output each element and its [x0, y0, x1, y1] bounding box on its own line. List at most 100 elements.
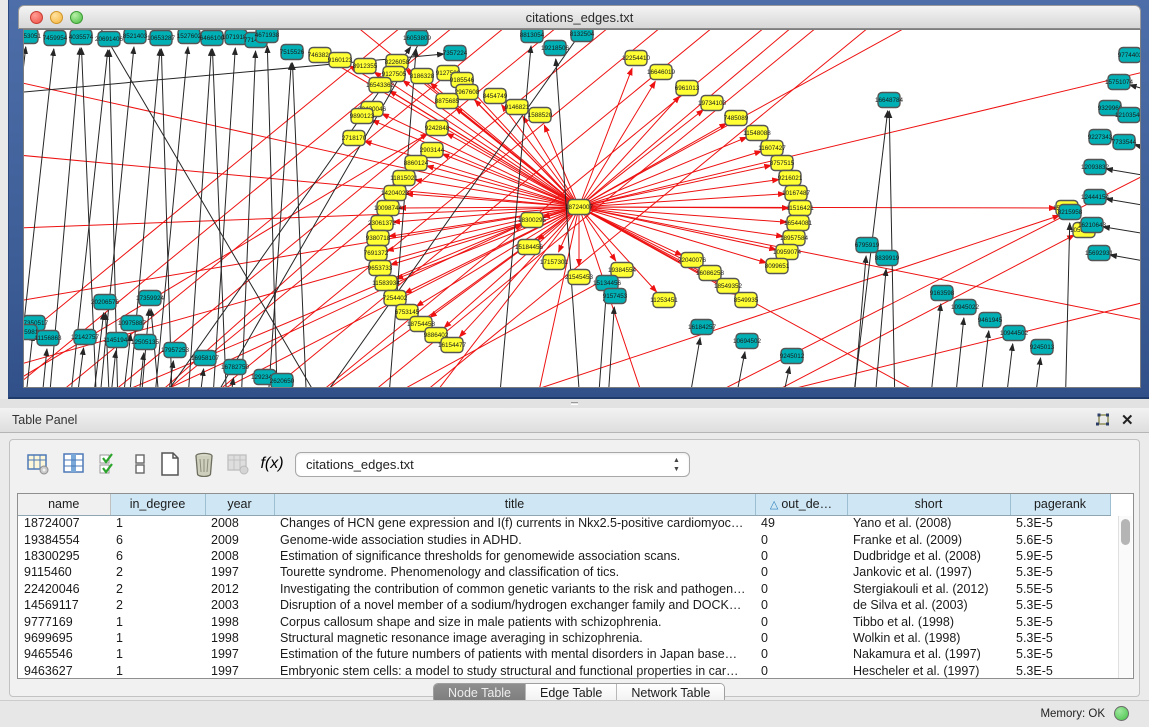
table-cell[interactable]: Wolkin et al. (1998) — [847, 630, 1010, 646]
graph-edge-black[interactable] — [104, 351, 116, 387]
graph-node[interactable]: 15184456 — [515, 240, 544, 255]
graph-edge-black[interactable] — [769, 367, 790, 387]
network-view-window[interactable]: citations_edges.txt 18724007746382291601… — [8, 0, 1149, 399]
table-row[interactable]: 1938455462009Genome-wide association stu… — [18, 531, 1110, 547]
graph-edge-black[interactable] — [292, 63, 309, 387]
table-row[interactable]: 911546021997Tourette syndrome. Phenomeno… — [18, 564, 1110, 580]
memory-ok-indicator-icon[interactable] — [1114, 706, 1129, 721]
table-cell[interactable]: 2009 — [205, 531, 274, 547]
graph-node[interactable]: 8860124 — [404, 156, 429, 171]
network-window-titlebar[interactable]: citations_edges.txt — [18, 5, 1141, 29]
graph-node[interactable]: 10653287 — [147, 31, 176, 46]
table-cell[interactable]: 1 — [110, 663, 205, 679]
column-settings-icon[interactable] — [60, 450, 88, 478]
table-settings-icon[interactable] — [24, 450, 52, 478]
table-header-row[interactable]: namein_degreeyeartitle△out_de…shortpager… — [18, 494, 1110, 515]
graph-node[interactable]: 7515526 — [280, 45, 305, 60]
graph-edge-red[interactable] — [579, 81, 655, 207]
graph-node[interactable]: 16053809 — [403, 31, 432, 46]
graph-node[interactable]: 6961013 — [675, 81, 700, 96]
graph-node[interactable]: 12444154 — [1081, 190, 1110, 205]
table-cell[interactable]: 2008 — [205, 515, 274, 531]
table-cell[interactable]: 5.3E-5 — [1010, 630, 1110, 646]
graph-node[interactable]: 7733544 — [1112, 135, 1137, 150]
graph-node[interactable]: 9227343 — [1088, 130, 1113, 145]
graph-node[interactable]: 21545453 — [565, 270, 594, 285]
graph-node[interactable]: 7691372 — [364, 246, 389, 261]
delete-table-icon[interactable] — [190, 450, 218, 478]
graph-edge-black[interactable] — [1027, 358, 1041, 387]
graph-edge-black[interactable] — [1103, 227, 1140, 240]
function-builder-icon[interactable]: f(x) — [258, 450, 286, 478]
graph-edge-red[interactable] — [579, 60, 1140, 207]
graph-node[interactable]: 17359924 — [136, 291, 165, 306]
table-source-combobox[interactable]: citations_edges.txt ▲▼ — [295, 452, 690, 477]
table-cell[interactable]: 1 — [110, 613, 205, 629]
graph-node[interactable]: 11548088 — [743, 126, 771, 141]
table-cell[interactable]: 5.3E-5 — [1010, 564, 1110, 580]
graph-node[interactable]: 9653733 — [368, 261, 393, 276]
graph-node[interactable]: 8912355 — [353, 59, 378, 74]
graph-node[interactable]: 9157453 — [603, 289, 628, 304]
table-cell[interactable]: 18724007 — [18, 515, 110, 531]
graph-edge-black[interactable] — [889, 111, 896, 387]
graph-node[interactable]: 18957584 — [780, 231, 809, 246]
graph-node[interactable]: 9774403 — [1118, 48, 1140, 63]
graph-edge-black[interactable] — [556, 59, 584, 387]
table-cell[interactable]: 9463627 — [18, 663, 110, 679]
divider-grip-icon[interactable] — [571, 402, 578, 405]
graph-node[interactable]: 12505135 — [131, 335, 160, 350]
table-cell[interactable]: Hescheler et al. (1997) — [847, 663, 1010, 679]
table-cell[interactable]: 1 — [110, 630, 205, 646]
graph-node[interactable]: 8839919 — [875, 251, 900, 266]
table-row[interactable]: 969969511998Structural magnetic resonanc… — [18, 630, 1110, 646]
graph-node[interactable]: 15692931 — [1085, 246, 1114, 261]
graph-node[interactable]: 8549935 — [734, 293, 759, 308]
graph-node[interactable]: 17957253 — [161, 343, 190, 358]
graph-node[interactable]: 20206576 — [91, 295, 120, 310]
table-cell[interactable]: Investigating the contribution of common… — [274, 581, 755, 597]
table-cell[interactable]: Tourette syndrome. Phenomenology and cla… — [274, 564, 755, 580]
graph-node[interactable]: 9380718 — [366, 231, 391, 246]
rows-icon[interactable] — [126, 450, 154, 478]
graph-node[interactable]: 2718170 — [342, 131, 367, 146]
graph-node[interactable]: 12093832 — [1081, 160, 1110, 175]
column-header-title[interactable]: title — [274, 494, 755, 515]
graph-node[interactable]: 7254402 — [383, 291, 408, 306]
graph-node[interactable]: 8521403 — [123, 30, 148, 44]
graph-edge-black[interactable] — [267, 46, 279, 387]
table-cell[interactable]: 9699695 — [18, 630, 110, 646]
graph-node[interactable]: 11516421 — [786, 201, 814, 216]
graph-node[interactable]: 16648784 — [875, 93, 904, 108]
table-row[interactable]: 946554611997Estimation of the future num… — [18, 646, 1110, 662]
graph-edge-black[interactable] — [1130, 85, 1140, 100]
column-header-out_de[interactable]: △out_de… — [755, 494, 847, 515]
table-row[interactable]: 1872400712008Changes of HCN gene express… — [18, 515, 1110, 531]
table-cell[interactable]: 0 — [755, 531, 847, 547]
graph-node[interactable]: 8186328 — [410, 69, 435, 84]
panel-divider[interactable] — [0, 399, 1149, 408]
table-cell[interactable]: 49 — [755, 515, 847, 531]
table-cell[interactable]: 1997 — [205, 564, 274, 580]
graph-node[interactable]: 1588520 — [528, 108, 553, 123]
table-cell[interactable]: Structural magnetic resonance image aver… — [274, 630, 755, 646]
table-cell[interactable]: Changes of HCN gene expression and I(f) … — [274, 515, 755, 531]
graph-edge-red[interactable] — [644, 235, 1074, 387]
graph-node[interactable]: 11607427 — [758, 141, 786, 156]
graph-node[interactable]: 16210643 — [1078, 218, 1107, 233]
table-cell[interactable]: Jankovic et al. (1997) — [847, 564, 1010, 580]
new-table-icon[interactable] — [156, 450, 184, 478]
graph-node[interactable]: 12142757 — [71, 330, 100, 345]
close-panel-icon[interactable]: ✕ — [1121, 411, 1137, 429]
table-cell[interactable]: 9777169 — [18, 613, 110, 629]
table-cell[interactable]: 5.3E-5 — [1010, 646, 1110, 662]
graph-node[interactable]: 9216021 — [778, 171, 803, 186]
graph-node[interactable]: 16646019 — [647, 65, 676, 80]
graph-node[interactable]: 9242848 — [425, 121, 450, 136]
graph-edge-black[interactable] — [209, 48, 235, 387]
table-cell[interactable]: Corpus callosum shape and size in male p… — [274, 613, 755, 629]
graph-node[interactable]: 8757515 — [770, 156, 795, 171]
table-cell[interactable]: 9465546 — [18, 646, 110, 662]
graph-node[interactable]: 17157301 — [540, 255, 569, 270]
graph-node[interactable]: 15751074 — [1105, 75, 1134, 90]
